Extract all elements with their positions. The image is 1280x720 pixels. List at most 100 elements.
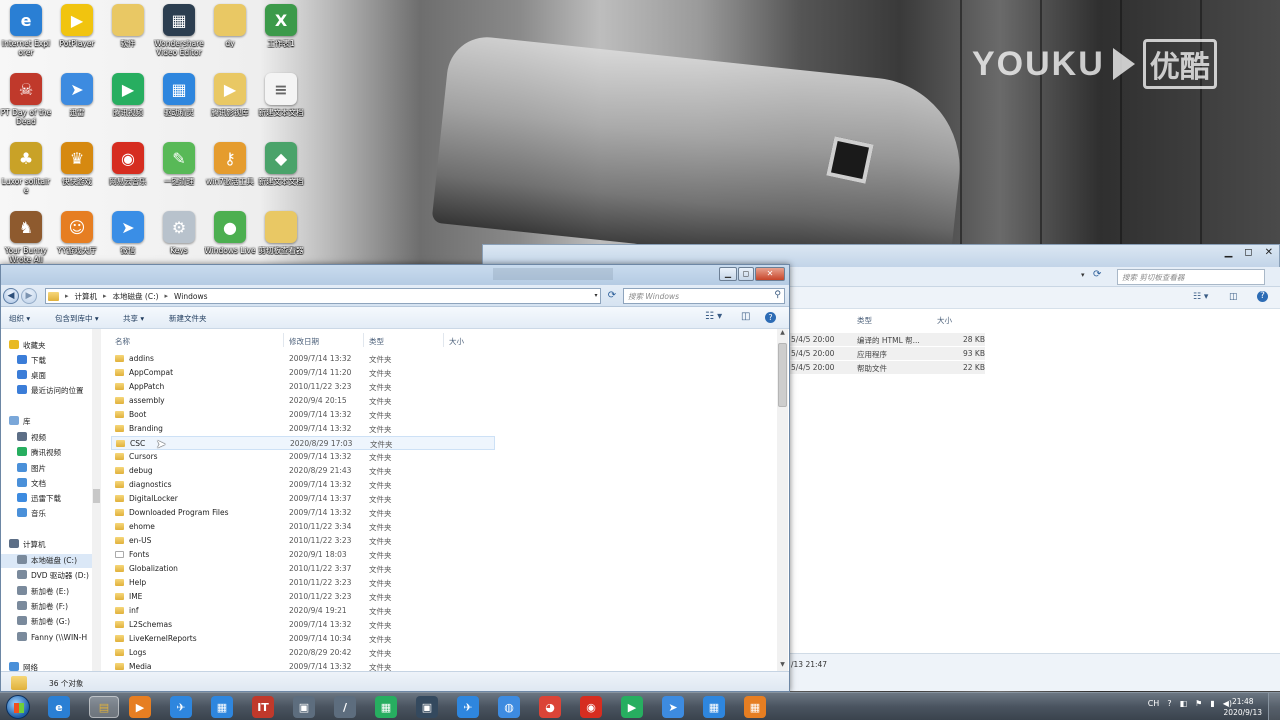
show-desktop-button[interactable] (1268, 693, 1280, 720)
breadcrumb-separator-icon[interactable]: ▸ (103, 292, 107, 300)
taskbar-netease-music-icon[interactable]: ◉ (580, 696, 602, 718)
file-row[interactable]: Cursors 2009/7/14 13:32 文件夹 (111, 450, 495, 464)
column-header-date[interactable]: 修改日期 (289, 336, 319, 347)
desktop-icon[interactable]: ⚷ win7激活工具 (204, 140, 256, 204)
nav-item[interactable]: 新加卷 (G:) (1, 615, 93, 629)
taskbar-media-player-icon[interactable]: ▶ (129, 696, 151, 718)
desktop-icon[interactable]: ▶ 腾讯影视库 (204, 71, 256, 135)
tray-icon[interactable]: ◧ (1180, 699, 1188, 708)
close-button[interactable]: ✕ (755, 267, 785, 281)
preview-pane-icon[interactable]: ◫ (741, 311, 750, 322)
file-row[interactable]: Globalization 2010/11/22 3:37 文件夹 (111, 562, 495, 576)
taskbar-app-10-icon[interactable]: ▣ (416, 696, 438, 718)
taskbar-explorer-icon[interactable]: ▤ (89, 696, 119, 718)
nav-item[interactable]: Fanny (\\WIN-H (1, 631, 93, 645)
nav-item[interactable]: 计算机 (1, 538, 93, 552)
taskbar-app-17-icon[interactable]: ▦ (703, 696, 725, 718)
taskbar-app-8-icon[interactable]: / (334, 696, 356, 718)
explorer-titlebar[interactable]: ▁ ◻ ✕ (1, 265, 789, 285)
taskbar-app-5-icon[interactable]: ▦ (211, 696, 233, 718)
explorer-window[interactable]: ▁ ◻ ✕ ◀ ▶ ▸ 计算机 ▸ 本地磁盘 (C:) ▸ Windows ▾ … (0, 264, 790, 692)
column-header-size[interactable]: 大小 (449, 336, 464, 347)
desktop-icon[interactable]: X 工作表1 (255, 2, 307, 66)
column-divider[interactable] (283, 333, 284, 347)
breadcrumb-drive-c[interactable]: 本地磁盘 (C:) (113, 291, 159, 302)
file-row[interactable]: Boot 2009/7/14 13:32 文件夹 (111, 408, 495, 422)
file-row[interactable]: L2Schemas 2009/7/14 13:32 文件夹 (111, 618, 495, 632)
search-icon[interactable]: ⚲ (774, 290, 781, 300)
back-search-input[interactable]: 搜索 剪切板查看器 (1117, 269, 1265, 285)
taskbar-feiq-icon[interactable]: ✈ (170, 696, 192, 718)
start-button[interactable] (6, 695, 30, 719)
desktop-icon[interactable]: ▦ 驱动精灵 (153, 71, 205, 135)
taskbar-app-18-icon[interactable]: ▦ (744, 696, 766, 718)
desktop-icon[interactable]: ▶ PotPlayer (51, 2, 103, 66)
file-row[interactable]: Fonts 2020/9/1 18:03 文件夹 (111, 548, 495, 562)
scroll-down-icon[interactable]: ▼ (777, 661, 788, 671)
column-header-name[interactable]: 名称 (115, 336, 130, 347)
file-row[interactable]: Branding 2009/7/14 13:32 文件夹 (111, 422, 495, 436)
help-icon[interactable]: ? (765, 312, 776, 323)
file-row[interactable]: IME 2010/11/22 3:23 文件夹 (111, 590, 495, 604)
scroll-up-icon[interactable]: ▲ (777, 329, 788, 339)
column-divider[interactable] (363, 333, 364, 347)
back-file-row[interactable]: 5/4/5 20:00 帮助文件 22 KB (789, 361, 985, 374)
tray-icon[interactable]: ⚑ (1195, 699, 1202, 708)
desktop-icon[interactable]: ☠ PT Day of the Dead (0, 71, 52, 135)
file-row[interactable]: AppPatch 2010/11/22 3:23 文件夹 (111, 380, 495, 394)
taskbar-app-6-icon[interactable]: IT (252, 696, 274, 718)
tray-icon[interactable]: ▮ (1210, 699, 1214, 708)
back-file-row[interactable]: 5/4/5 20:00 应用程序 93 KB (789, 347, 985, 360)
refresh-icon[interactable]: ⟳ (604, 288, 620, 304)
desktop-icon[interactable]: ▶ 腾讯视频 (102, 71, 154, 135)
desktop-icon[interactable]: ◆ 新建文本文档 (255, 140, 307, 204)
file-row[interactable]: Downloaded Program Files 2009/7/14 13:32 文… (111, 506, 495, 520)
back-column-size[interactable]: 大小 (937, 315, 952, 326)
desktop-icon[interactable]: ◉ 网易云音乐 (102, 140, 154, 204)
nav-item[interactable]: 音乐 (1, 507, 93, 521)
desktop-icon[interactable]: ♛ 快快游戏 (51, 140, 103, 204)
column-divider[interactable] (443, 333, 444, 347)
organize-button[interactable]: 组织 ▾ (9, 313, 30, 324)
new-folder-button[interactable]: 新建文件夹 (169, 313, 207, 324)
address-dropdown-icon[interactable]: ▾ (591, 288, 601, 304)
desktop-icon[interactable]: 软件 (102, 2, 154, 66)
nav-item[interactable]: 文档 (1, 477, 93, 491)
desktop-icon[interactable]: e Internet Explorer (0, 2, 52, 66)
nav-item[interactable]: 新加卷 (F:) (1, 600, 93, 614)
maximize-button[interactable]: ◻ (738, 267, 754, 281)
nav-item[interactable]: 视频 (1, 431, 93, 445)
desktop-icon[interactable]: ≡ 新建文本文档 (255, 71, 307, 135)
file-row[interactable]: Logs 2020/8/29 20:42 文件夹 (111, 646, 495, 660)
tray-icon[interactable]: ? (1167, 699, 1171, 708)
taskbar-app-9-icon[interactable]: ▦ (375, 696, 397, 718)
back-file-row[interactable]: 5/4/5 20:00 编译的 HTML 帮... 28 KB (789, 333, 985, 346)
address-bar[interactable]: ▸ 计算机 ▸ 本地磁盘 (C:) ▸ Windows (45, 288, 601, 304)
nav-item[interactable]: 库 (1, 415, 93, 429)
taskbar-app-7-icon[interactable]: ▣ (293, 696, 315, 718)
desktop-icon[interactable]: ➤ 迅雷 (51, 71, 103, 135)
include-in-library-button[interactable]: 包含到库中 ▾ (55, 313, 99, 324)
breadcrumb-separator-icon[interactable]: ▸ (65, 292, 69, 300)
file-row[interactable]: addins 2009/7/14 13:32 文件夹 (111, 352, 495, 366)
file-row[interactable]: Media 2009/7/14 13:32 文件夹 (111, 660, 495, 671)
column-header-type[interactable]: 类型 (369, 336, 384, 347)
nav-item[interactable]: 图片 (1, 462, 93, 476)
search-input[interactable]: 搜索 Windows ⚲ (623, 288, 785, 304)
clock[interactable]: 21:48 2020/9/13 (1224, 696, 1262, 718)
file-row[interactable]: ehome 2010/11/22 3:34 文件夹 (111, 520, 495, 534)
desktop-icon[interactable]: dy (204, 2, 256, 66)
view-options-icon[interactable]: ☷ ▾ (705, 311, 722, 322)
taskbar-chrome-icon[interactable]: ◕ (539, 696, 561, 718)
desktop-icon[interactable]: ✎ 一键清理 (153, 140, 205, 204)
forward-arrow-icon[interactable]: ▶ (21, 288, 37, 304)
back-refresh-icon[interactable]: ⟳ (1093, 269, 1101, 280)
breadcrumb-separator-icon[interactable]: ▸ (165, 292, 169, 300)
nav-item[interactable]: 网络 (1, 661, 93, 671)
nav-item[interactable]: DVD 驱动器 (D:) (1, 569, 93, 583)
breadcrumb-computer[interactable]: 计算机 (75, 291, 98, 302)
nav-item[interactable]: 桌面 (1, 369, 93, 383)
back-arrow-icon[interactable]: ◀ (3, 288, 19, 304)
file-row[interactable]: Help 2010/11/22 3:23 文件夹 (111, 576, 495, 590)
taskbar-ie-icon[interactable]: e (48, 696, 70, 718)
